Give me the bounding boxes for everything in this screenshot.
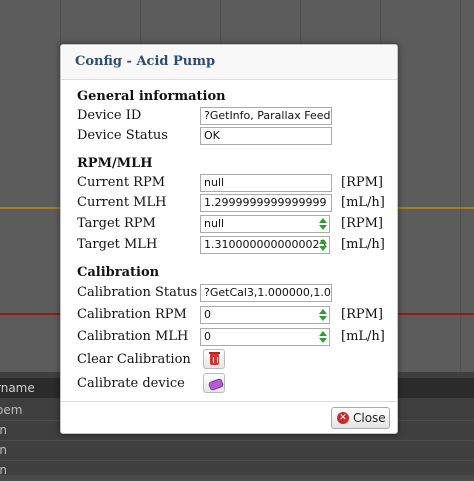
background-table-row: in [0, 460, 474, 481]
close-circle-icon: ✕ [337, 412, 349, 424]
current-rpm-label: Current RPM [77, 175, 166, 190]
clear-calibration-button[interactable] [203, 349, 225, 369]
target-mlh-label: Target MLH [77, 237, 158, 252]
spin-down-icon[interactable] [319, 316, 327, 321]
device-status-label: Device Status [77, 128, 168, 143]
device-id-label: Device ID [77, 108, 142, 123]
spin-down-icon[interactable] [319, 338, 327, 343]
background-row-text: oem [0, 403, 23, 417]
target-mlh-input[interactable]: 1.3100000000000023 [200, 236, 330, 254]
calibration-rpm-unit: [RPM] [341, 307, 383, 322]
spin-up-icon[interactable] [319, 309, 327, 314]
device-id-field[interactable]: ?GetInfo, Parallax Feedback [200, 107, 332, 125]
background-row-text: in [0, 463, 7, 477]
rpm-mlh-heading: RPM/MLH [77, 156, 153, 171]
background-row-text: in [0, 423, 7, 437]
target-rpm-label: Target RPM [77, 216, 156, 231]
general-info-heading: General information [77, 89, 226, 104]
calibration-mlh-label: Calibration MLH [77, 329, 189, 344]
clear-calibration-label: Clear Calibration [77, 352, 191, 367]
calibration-status-label: Calibration Status [77, 285, 198, 300]
calibration-mlh-input[interactable]: 0 [200, 328, 330, 346]
calibrate-device-label: Calibrate device [77, 376, 185, 391]
current-mlh-field[interactable]: 1.2999999999999999 [200, 194, 332, 212]
calibration-mlh-unit: [mL/h] [341, 329, 385, 344]
current-mlh-label: Current MLH [77, 195, 167, 210]
spin-up-icon[interactable] [319, 331, 327, 336]
background-table-header-label: rname [0, 381, 35, 395]
dialog-footer-divider [61, 401, 397, 402]
dialog-titlebar[interactable]: Config - Acid Pump [61, 45, 397, 80]
calibration-heading: Calibration [77, 265, 160, 280]
target-mlh-unit: [mL/h] [341, 237, 385, 252]
calibration-rpm-input[interactable]: 0 [200, 306, 330, 324]
close-button-label: Close [353, 411, 386, 425]
calibration-mlh-spinner[interactable] [317, 329, 331, 345]
calibration-status-field[interactable]: ?GetCal3,1.000000,1.000000 [200, 284, 332, 302]
current-mlh-unit: [mL/h] [341, 195, 385, 210]
dialog-title: Config - Acid Pump [75, 54, 216, 69]
calibration-rpm-spinner[interactable] [317, 307, 331, 323]
eraser-icon [207, 377, 225, 392]
current-rpm-field[interactable]: null [200, 174, 332, 192]
current-rpm-unit: [RPM] [341, 175, 383, 190]
spin-up-icon[interactable] [319, 239, 327, 244]
spin-down-icon[interactable] [319, 225, 327, 230]
spin-down-icon[interactable] [319, 246, 327, 251]
config-dialog: Config - Acid Pump General information D… [60, 44, 398, 434]
chart-gridline [460, 0, 461, 372]
target-mlh-spinner[interactable] [317, 237, 331, 253]
spin-up-icon[interactable] [319, 218, 327, 223]
target-rpm-spinner[interactable] [317, 216, 331, 232]
close-button[interactable]: ✕ Close [331, 407, 390, 429]
background-table-row: in [0, 440, 474, 461]
target-rpm-unit: [RPM] [341, 216, 383, 231]
background-row-text: in [0, 443, 7, 457]
calibration-rpm-label: Calibration RPM [77, 307, 187, 322]
device-status-field[interactable]: OK [200, 127, 332, 145]
target-rpm-input[interactable]: null [200, 215, 330, 233]
trash-icon [209, 352, 220, 365]
calibrate-device-button[interactable] [203, 373, 225, 393]
